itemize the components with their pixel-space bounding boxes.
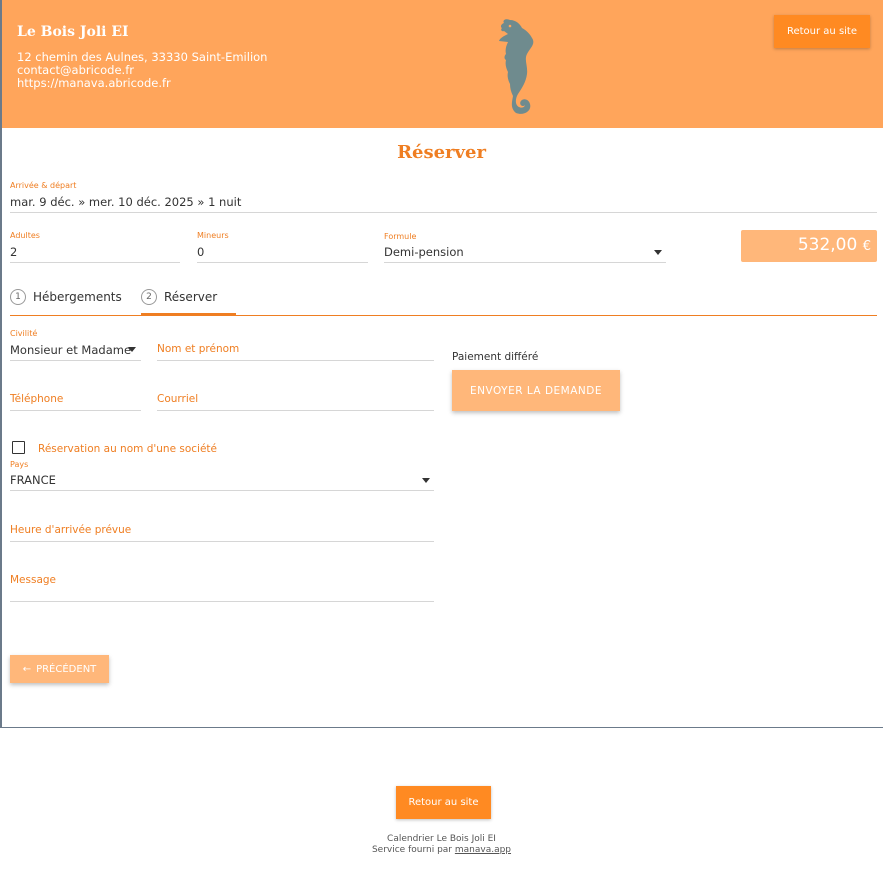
price-currency: €	[862, 239, 871, 254]
company-checkbox[interactable]	[12, 441, 25, 454]
footer-back-to-site-button[interactable]: Retour au site	[396, 786, 491, 819]
send-request-button[interactable]: ENVOYER LA DEMANDE	[452, 370, 620, 411]
formula-chevron-down-icon[interactable]	[654, 250, 662, 255]
country-select[interactable]: FRANCE	[10, 473, 56, 487]
dates-underline	[10, 212, 877, 213]
footer-separator	[2, 727, 883, 728]
email-input[interactable]: Courriel	[157, 393, 198, 405]
arrow-left-icon: ←	[22, 663, 32, 675]
footer-service-line: Service fourni par manava.app	[0, 845, 883, 855]
step-number: 2	[141, 289, 157, 305]
step-label: Hébergements	[33, 290, 122, 304]
formula-select[interactable]: Demi-pension	[384, 245, 464, 259]
step-reserver[interactable]: 2 Réserver	[141, 289, 217, 305]
previous-button-label: PRÉCÉDENT	[36, 663, 97, 675]
adults-underline	[10, 262, 180, 263]
business-email: contact@abricode.fr	[17, 63, 134, 77]
business-address: 12 chemin des Aulnes, 33330 Saint-Emilio…	[17, 50, 268, 64]
country-chevron-down-icon[interactable]	[422, 478, 430, 483]
civility-chevron-down-icon[interactable]	[128, 347, 136, 352]
name-underline	[157, 360, 434, 361]
minors-label: Mineurs	[197, 231, 229, 240]
minors-underline	[197, 262, 368, 263]
business-name: Le Bois Joli EI	[17, 24, 129, 40]
dates-label: Arrivée & départ	[10, 181, 77, 190]
total-price: 532,00 €	[741, 230, 877, 262]
page-title: Réserver	[397, 142, 486, 163]
arrival-time-underline	[10, 541, 434, 542]
message-underline	[10, 601, 434, 602]
adults-label: Adultes	[10, 231, 40, 240]
dates-field[interactable]: mar. 9 déc. » mer. 10 déc. 2025 » 1 nuit	[10, 195, 241, 209]
country-label: Pays	[10, 460, 29, 469]
civility-label: Civilité	[10, 329, 38, 338]
arrival-time-input[interactable]: Heure d'arrivée prévue	[10, 524, 131, 536]
formula-label: Formule	[384, 232, 417, 241]
step-hebergements[interactable]: 1 Hébergements	[10, 289, 122, 305]
message-input[interactable]: Message	[10, 574, 56, 586]
footer-service-text: Service fourni par	[371, 845, 452, 855]
manava-link[interactable]: manava.app	[455, 845, 511, 855]
footer-calendar-text: Calendrier Le Bois Joli EI	[387, 834, 496, 844]
phone-underline	[10, 410, 141, 411]
civility-underline	[10, 360, 141, 361]
site-header: Le Bois Joli EI 12 chemin des Aulnes, 33…	[2, 0, 883, 128]
step-number: 1	[10, 289, 26, 305]
name-input[interactable]: Nom et prénom	[157, 343, 239, 355]
email-underline	[157, 410, 434, 411]
adults-field[interactable]: 2	[10, 245, 17, 259]
civility-select[interactable]: Monsieur et Madame	[10, 343, 131, 357]
step-label: Réserver	[164, 290, 218, 304]
minors-field[interactable]: 0	[197, 245, 204, 259]
business-website: https://manava.abricode.fr	[17, 76, 171, 90]
price-amount: 532,00	[797, 235, 858, 255]
back-to-site-button[interactable]: Retour au site	[774, 15, 870, 48]
formula-underline	[384, 262, 666, 263]
phone-input[interactable]: Téléphone	[10, 393, 63, 405]
country-underline	[10, 490, 434, 491]
seahorse-icon	[499, 19, 534, 114]
previous-button[interactable]: ← PRÉCÉDENT	[10, 655, 109, 683]
company-checkbox-label[interactable]: Réservation au nom d'une société	[38, 443, 217, 455]
payment-label: Paiement différé	[452, 351, 539, 363]
active-step-indicator	[141, 313, 236, 316]
